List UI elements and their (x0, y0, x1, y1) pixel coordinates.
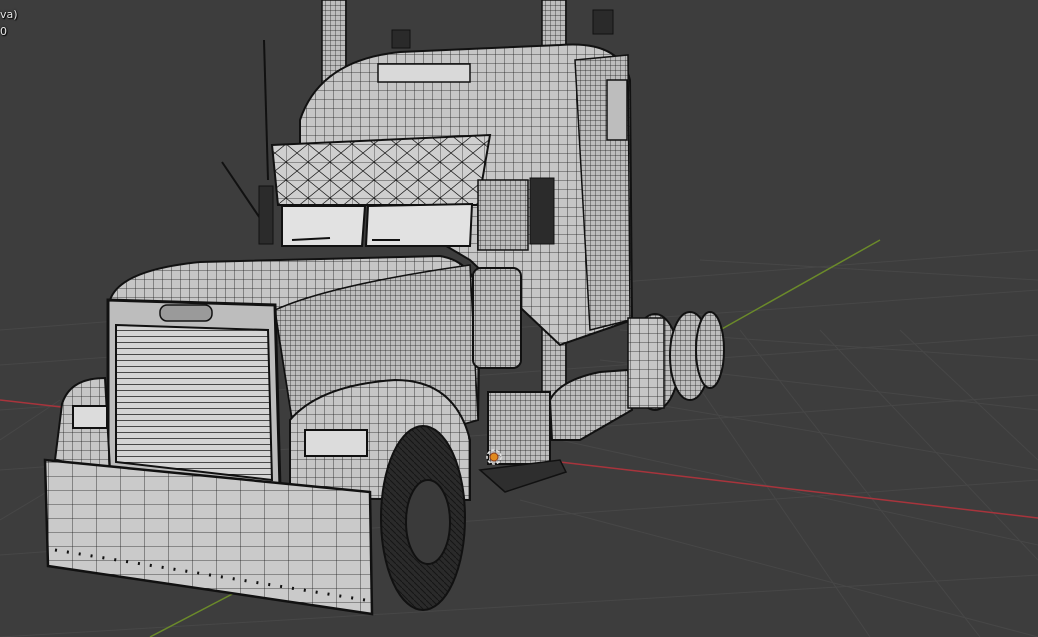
overlay-line-1: va) (0, 8, 18, 21)
right-mirror (529, 177, 555, 245)
left-mirror (258, 185, 274, 245)
right-headlight (304, 429, 368, 457)
battery-box (487, 391, 551, 465)
rear-tire-3 (695, 311, 725, 389)
roof-beacon-right (592, 9, 614, 35)
overlay-line-2: 0 (0, 25, 7, 38)
truck-mesh[interactable] (0, 0, 1038, 637)
roof-window (377, 63, 471, 83)
rear-axle-group (627, 311, 725, 411)
left-headlight (72, 405, 108, 429)
front-wheel-hub (405, 479, 451, 565)
emblem (159, 304, 213, 322)
sun-visor (270, 133, 492, 206)
mud-flap (627, 317, 665, 409)
side-window (606, 79, 628, 141)
antenna (263, 39, 269, 181)
viewport-overlay-info: va) 0 (0, 6, 18, 40)
3d-viewport[interactable]: va) 0 (0, 0, 1038, 637)
grille (115, 323, 274, 482)
air-tank (472, 267, 522, 369)
cab-side-wall (477, 179, 529, 251)
roof-beacon-left (391, 29, 411, 49)
